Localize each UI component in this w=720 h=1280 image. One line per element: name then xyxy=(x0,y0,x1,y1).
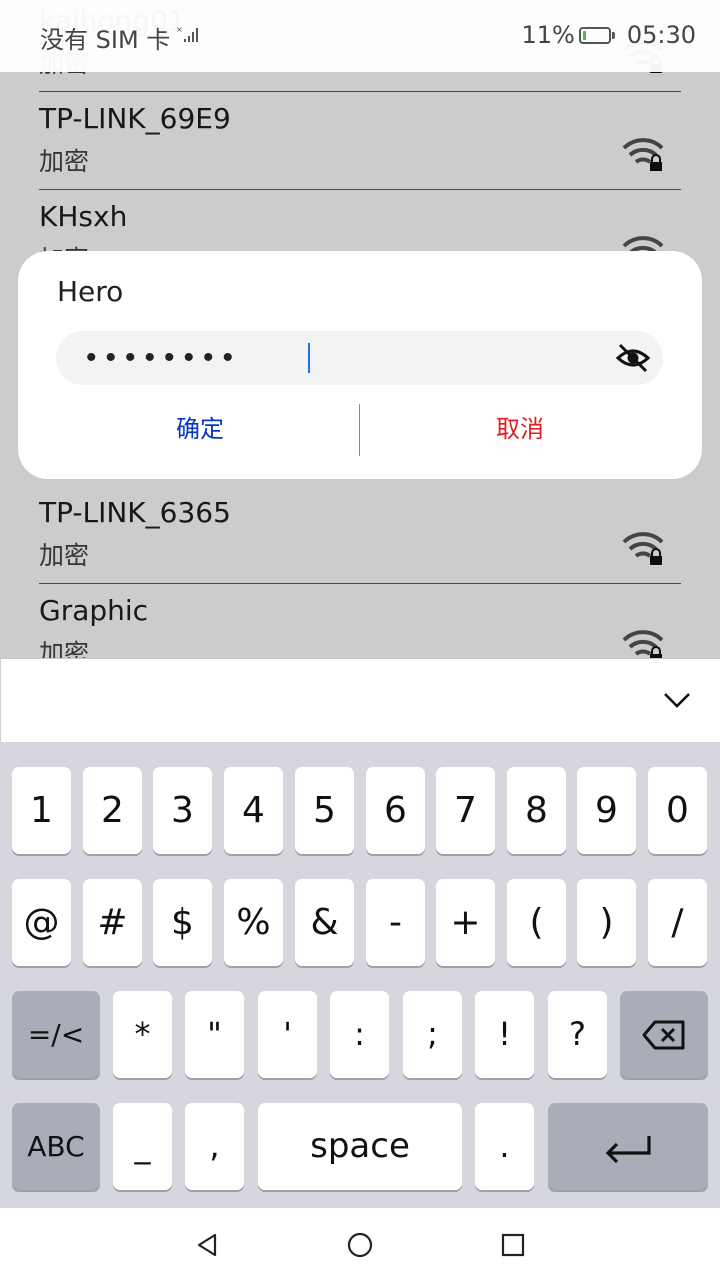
backspace-key[interactable] xyxy=(620,991,708,1078)
home-circle-icon[interactable] xyxy=(345,1230,375,1260)
key-at[interactable]: @ xyxy=(12,879,71,966)
recents-square-icon[interactable] xyxy=(498,1230,528,1260)
keyboard: 1 2 3 4 5 6 7 8 9 0 @ # $ % & - + ( ) / … xyxy=(0,742,720,1208)
key-close-paren[interactable]: ) xyxy=(577,879,636,966)
key-plus[interactable]: + xyxy=(436,879,495,966)
keyboard-toolbar xyxy=(0,658,720,742)
key-percent[interactable]: % xyxy=(224,879,283,966)
battery-icon xyxy=(578,26,615,44)
key-double-quote[interactable]: " xyxy=(185,991,244,1078)
key-ampersand[interactable]: & xyxy=(295,879,354,966)
key-1[interactable]: 1 xyxy=(12,767,71,854)
key-semicolon[interactable]: ; xyxy=(403,991,462,1078)
key-slash[interactable]: / xyxy=(648,879,707,966)
key-minus[interactable]: - xyxy=(366,879,425,966)
status-right: 11% 05:30 xyxy=(521,21,696,49)
chevron-down-icon[interactable] xyxy=(662,685,692,715)
key-dollar[interactable]: $ xyxy=(153,879,212,966)
key-5[interactable]: 5 xyxy=(295,767,354,854)
enter-icon xyxy=(605,1136,651,1164)
key-4[interactable]: 4 xyxy=(224,767,283,854)
symbols-page-key[interactable]: =/< xyxy=(12,991,100,1078)
text-caret xyxy=(308,343,310,373)
password-dialog: Hero •••••••• 确定 取消 xyxy=(18,251,702,479)
key-underscore[interactable]: _ xyxy=(113,1103,172,1190)
key-period[interactable]: . xyxy=(475,1103,534,1190)
dialog-title: Hero xyxy=(57,275,124,308)
carrier-info: 没有 SIM 卡 × xyxy=(40,20,200,55)
key-question[interactable]: ? xyxy=(548,991,607,1078)
key-open-paren[interactable]: ( xyxy=(507,879,566,966)
status-bar: 没有 SIM 卡 × 11% 05:30 xyxy=(0,0,720,72)
cancel-button[interactable]: 取消 xyxy=(360,401,680,457)
key-0[interactable]: 0 xyxy=(648,767,707,854)
battery-percent: 11% xyxy=(521,21,575,49)
svg-text:×: × xyxy=(176,26,183,34)
navigation-bar xyxy=(0,1208,720,1280)
key-colon[interactable]: : xyxy=(330,991,389,1078)
backspace-icon xyxy=(642,1020,685,1050)
key-comma[interactable]: , xyxy=(185,1103,244,1190)
key-8[interactable]: 8 xyxy=(507,767,566,854)
battery-level xyxy=(582,30,586,40)
password-value: •••••••• xyxy=(86,341,243,374)
clock: 05:30 xyxy=(626,21,696,49)
key-9[interactable]: 9 xyxy=(577,767,636,854)
signal-icon: × xyxy=(176,26,199,42)
carrier-text: 没有 SIM 卡 xyxy=(40,26,171,54)
key-2[interactable]: 2 xyxy=(83,767,142,854)
space-key[interactable]: space xyxy=(258,1103,462,1190)
abc-key[interactable]: ABC xyxy=(12,1103,100,1190)
key-7[interactable]: 7 xyxy=(436,767,495,854)
back-triangle-icon[interactable] xyxy=(193,1230,223,1260)
eye-off-icon[interactable] xyxy=(615,341,651,375)
key-single-quote[interactable]: ' xyxy=(258,991,317,1078)
key-6[interactable]: 6 xyxy=(366,767,425,854)
key-exclamation[interactable]: ! xyxy=(475,991,534,1078)
key-3[interactable]: 3 xyxy=(153,767,212,854)
password-input[interactable]: •••••••• xyxy=(56,331,663,385)
enter-key[interactable] xyxy=(548,1103,708,1190)
key-asterisk[interactable]: * xyxy=(113,991,172,1078)
confirm-button[interactable]: 确定 xyxy=(40,401,360,457)
key-hash[interactable]: # xyxy=(83,879,142,966)
